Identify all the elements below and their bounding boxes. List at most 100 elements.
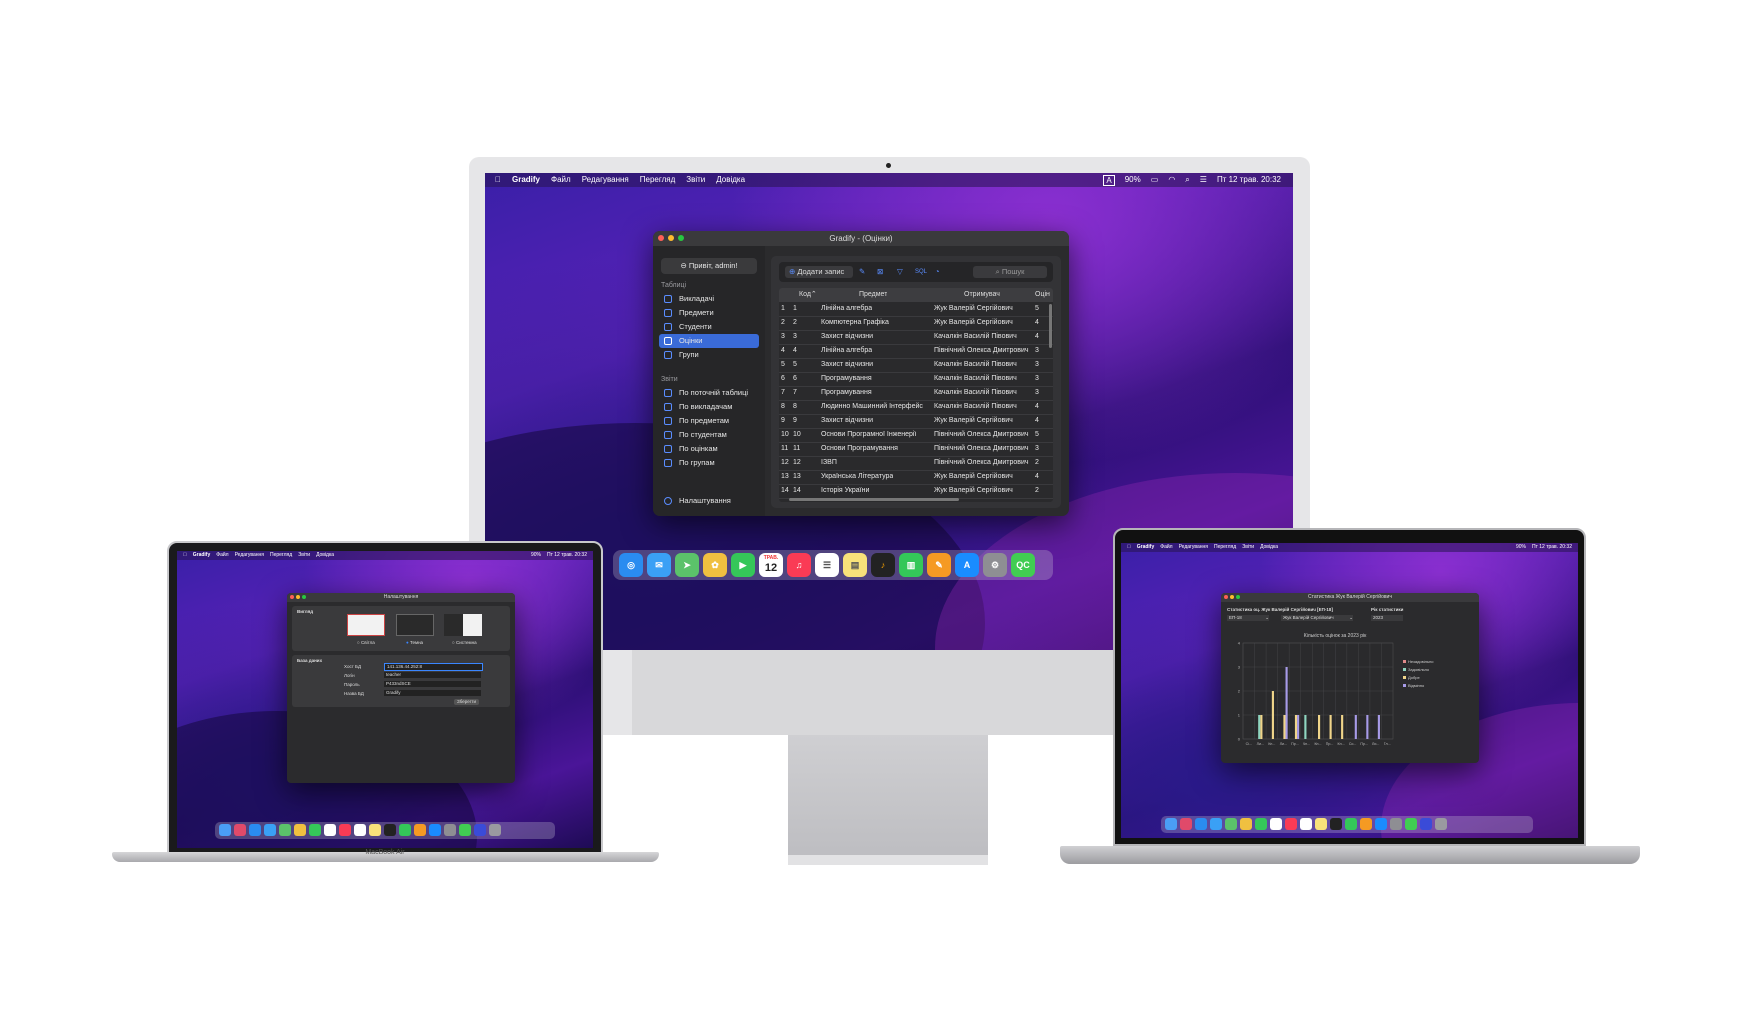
gradify-icon[interactable] [1420, 818, 1432, 830]
col-recipient[interactable]: Отримувач [964, 288, 1000, 302]
calendar-icon[interactable] [324, 824, 336, 836]
reminders-icon[interactable]: ☰ [815, 553, 839, 577]
appstore-icon[interactable]: A [955, 553, 979, 577]
air-menu-help[interactable]: Довідка [316, 551, 334, 560]
edit-icon[interactable]: ✎ [859, 266, 865, 278]
add-record-button[interactable]: ⊕ Додати запис [785, 266, 853, 278]
greeting-button[interactable]: ⊖ Привіт, admin! [661, 258, 757, 274]
pages-icon[interactable] [414, 824, 426, 836]
notes-icon[interactable] [369, 824, 381, 836]
db-password-input[interactable]: P433ndSCE [384, 681, 481, 687]
menu-app-name[interactable]: Gradify [512, 173, 540, 187]
table-row[interactable]: 3 3 Захист відчизни Качалкін Василій Півови… [779, 330, 1053, 345]
pro-menu-app[interactable]: Gradify [1137, 543, 1155, 552]
music-icon[interactable] [1285, 818, 1297, 830]
search-icon[interactable]: ⌕ [1185, 173, 1189, 187]
col-code[interactable]: Код⌃ [799, 288, 817, 302]
reminders-icon[interactable] [1300, 818, 1312, 830]
table-row[interactable]: 2 2 Компютерна Графіка Жук Валерій Сергійов… [779, 316, 1053, 331]
col-grade[interactable]: Оцін [1035, 288, 1050, 302]
pages-icon[interactable]: ✎ [927, 553, 951, 577]
facetime-icon[interactable] [1255, 818, 1267, 830]
photos-icon[interactable] [294, 824, 306, 836]
pro-battery[interactable]: 90% [1516, 543, 1526, 552]
safari-icon[interactable] [1195, 818, 1207, 830]
db-host-input[interactable]: 141.136.44.252:8 [384, 663, 483, 671]
gradify-icon[interactable] [474, 824, 486, 836]
launchpad-icon[interactable] [234, 824, 246, 836]
garageband-icon[interactable]: ♪ [871, 553, 895, 577]
close-button[interactable] [1224, 595, 1228, 599]
photos-icon[interactable]: ✿ [703, 553, 727, 577]
sidebar-item-grades[interactable]: Оцінки [659, 334, 759, 348]
table-row[interactable]: 10 10 Основи Програмної Інженерії Північний… [779, 428, 1053, 443]
maps-icon[interactable] [1225, 818, 1237, 830]
air-battery[interactable]: 90% [531, 551, 541, 560]
calendar-icon[interactable]: ТРАВ. 12 [759, 553, 783, 577]
air-menu-file[interactable]: Файл [216, 551, 228, 560]
delete-icon[interactable]: ⊠ [877, 266, 883, 278]
launchpad-icon[interactable] [1180, 818, 1192, 830]
apple-icon[interactable]:  [1127, 543, 1131, 552]
pro-menu-reports[interactable]: Звіти [1242, 543, 1254, 552]
numbers-icon[interactable] [399, 824, 411, 836]
mail-icon[interactable] [264, 824, 276, 836]
zoom-button[interactable] [302, 595, 306, 599]
facetime-icon[interactable]: ▶ [731, 553, 755, 577]
garageband-icon[interactable] [1330, 818, 1342, 830]
qtcreator-icon[interactable] [459, 824, 471, 836]
search-field[interactable]: ⌕ Пошук [973, 266, 1047, 278]
filter-icon[interactable]: ▽ [897, 266, 903, 278]
report-current-table[interactable]: По поточній таблиці [659, 386, 759, 400]
menu-help[interactable]: Довідка [716, 173, 745, 187]
finder-icon[interactable] [1165, 818, 1177, 830]
table-row[interactable]: 9 9 Захист відчизни Жук Валерій Сергійович 4 [779, 414, 1053, 429]
music-icon[interactable] [339, 824, 351, 836]
facetime-icon[interactable] [309, 824, 321, 836]
battery-percent[interactable]: 90% [1125, 173, 1141, 187]
group-select[interactable]: ЕП-18 ⌄ [1227, 615, 1269, 621]
music-icon[interactable]: ♫ [787, 553, 811, 577]
control-center-icon[interactable]: ☰ [1200, 173, 1207, 187]
table-row[interactable]: 12 12 ІЗВП Північний Олекса Дмитрович 2 [779, 456, 1053, 471]
theme-system-radio[interactable]: ○ Системна [452, 640, 477, 645]
pages-icon[interactable] [1360, 818, 1372, 830]
close-button[interactable] [658, 235, 664, 241]
safari-icon[interactable] [249, 824, 261, 836]
table-row[interactable]: 6 6 Програмування Качалкін Василій Півович 3 [779, 372, 1053, 387]
air-menu-edit[interactable]: Редагування [235, 551, 264, 560]
table-row[interactable]: 1 1 Лінійна алгебра Жук Валерій Сергійович 5 [779, 302, 1053, 317]
menu-file[interactable]: Файл [551, 173, 571, 187]
minimize-button[interactable] [668, 235, 674, 241]
sidebar-item-groups[interactable]: Групи [659, 348, 759, 362]
report-by-groups[interactable]: По групам [659, 456, 759, 470]
finder-icon[interactable] [219, 824, 231, 836]
qtcreator-icon[interactable]: QC [1011, 553, 1035, 577]
db-name-input[interactable]: Gradify [384, 690, 481, 696]
notes-icon[interactable]: ▤ [843, 553, 867, 577]
numbers-icon[interactable]: ▥ [899, 553, 923, 577]
theme-light-preview[interactable] [347, 614, 385, 636]
zoom-button[interactable] [678, 235, 684, 241]
zoom-button[interactable] [1236, 595, 1240, 599]
minimize-button[interactable] [1230, 595, 1234, 599]
report-by-subjects[interactable]: По предметам [659, 414, 759, 428]
year-input[interactable]: 2023 [1371, 615, 1403, 621]
pro-menu-view[interactable]: Перегляд [1214, 543, 1236, 552]
table-row[interactable]: 11 11 Основи Програмування Північний Олекса… [779, 442, 1053, 457]
mail-icon[interactable]: ✉ [647, 553, 671, 577]
appstore-icon[interactable] [429, 824, 441, 836]
air-menu-reports[interactable]: Звіти [298, 551, 310, 560]
maps-icon[interactable]: ➤ [675, 553, 699, 577]
safari-icon[interactable]: ◎ [619, 553, 643, 577]
sidebar-item-teachers[interactable]: Викладачі [659, 292, 759, 306]
maps-icon[interactable] [279, 824, 291, 836]
appstore-icon[interactable] [1375, 818, 1387, 830]
numbers-icon[interactable] [1345, 818, 1357, 830]
system-settings-icon[interactable] [1390, 818, 1402, 830]
table-row[interactable]: 5 5 Захист відчизни Качалкін Василій Півови… [779, 358, 1053, 373]
pro-datetime[interactable]: Пт 12 трав. 20:32 [1532, 543, 1572, 552]
reminders-icon[interactable] [354, 824, 366, 836]
qtcreator-icon[interactable] [1405, 818, 1417, 830]
air-datetime[interactable]: Пт 12 трав. 20:32 [547, 551, 587, 560]
